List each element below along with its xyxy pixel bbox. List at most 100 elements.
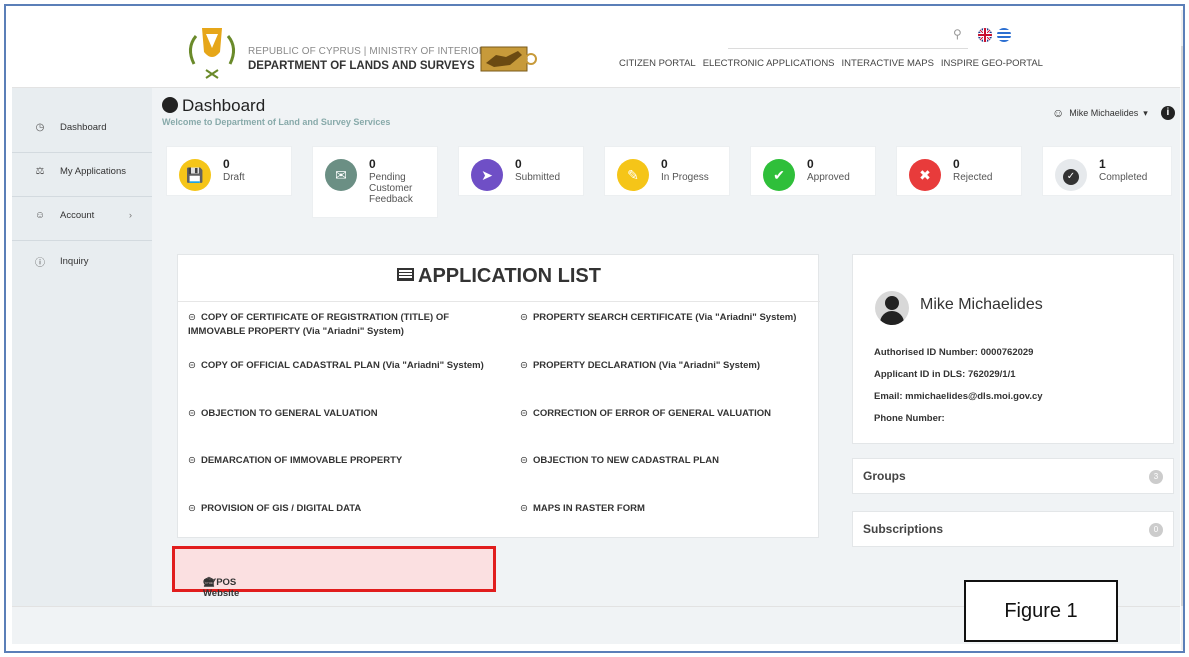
- sidebar-item-label: My Applications: [60, 165, 127, 177]
- save-icon: 💾: [179, 159, 211, 191]
- user-icon: ☺: [34, 209, 46, 221]
- app-copy-cadastral-plan[interactable]: ⊝ COPY OF OFFICIAL CADASTRAL PLAN (Via "A…: [188, 359, 488, 373]
- app-copy-certificate-registration[interactable]: ⊝ COPY OF CERTIFICATE OF REGISTRATION (TI…: [188, 311, 488, 339]
- circle-bullet-icon: ⊝: [188, 408, 196, 419]
- page-subtitle: Welcome to Department of Land and Survey…: [162, 117, 391, 127]
- sidebar-item-label: Dashboard: [60, 121, 107, 133]
- user-menu[interactable]: ☺ Mike Michaelides ▾ i: [1052, 106, 1175, 120]
- circle-bullet-icon: ⊝: [520, 408, 528, 419]
- app-property-search-certificate[interactable]: ⊝ PROPERTY SEARCH CERTIFICATE (Via "Ariad…: [520, 311, 820, 325]
- stat-draft[interactable]: 💾 0 Draft: [166, 146, 292, 196]
- user-menu-name: Mike Michaelides: [1069, 108, 1139, 118]
- chat-icon: ✉: [325, 159, 357, 191]
- app-objection-general-valuation[interactable]: ⊝ OBJECTION TO GENERAL VALUATION: [188, 407, 488, 421]
- greece-flag-icon[interactable]: [997, 28, 1011, 42]
- caret-down-icon: ▾: [1143, 107, 1148, 118]
- nav-electronic-applications[interactable]: ELECTRONIC APPLICATIONS: [703, 58, 835, 69]
- stat-approved[interactable]: ✔ 0 Approved: [750, 146, 876, 196]
- figure-caption: Figure 1: [1004, 600, 1078, 622]
- groups-title: Groups: [863, 469, 906, 483]
- stat-in-progress[interactable]: ✎ 0 In Progess: [604, 146, 730, 196]
- sidebar-item-my-applications[interactable]: ⚖ My Applications: [12, 150, 152, 192]
- stat-count: 0: [223, 157, 230, 171]
- circle-bullet-icon: ⊝: [188, 455, 196, 466]
- screenshot-frame: REPUBLIC OF CYPRUS | MINISTRY OF INTERIO…: [4, 4, 1185, 653]
- circle-bullet-icon: ⊝: [520, 312, 528, 323]
- clock-icon: ◷: [35, 121, 45, 133]
- email: Email: mmichaelides@dls.moi.gov.cy: [874, 391, 1043, 402]
- sidebar-item-label: Inquiry: [60, 255, 89, 267]
- sidebar-item-dashboard[interactable]: ◷ Dashboard: [12, 106, 152, 148]
- sidebar-item-label: Account: [60, 209, 95, 221]
- stat-label: Draft: [223, 172, 245, 183]
- groups-badge: 3: [1149, 470, 1163, 484]
- app-maps-raster-form[interactable]: ⊝ MAPS IN RASTER FORM: [520, 502, 820, 516]
- user-profile-panel: Mike Michaelides Authorised ID Number: 0…: [852, 254, 1174, 444]
- site-header: REPUBLIC OF CYPRUS | MINISTRY OF INTERIO…: [12, 10, 1180, 88]
- figure-caption-box: Figure 1: [964, 580, 1118, 642]
- stat-label: Approved: [807, 172, 850, 183]
- stat-count: 0: [661, 157, 668, 171]
- stat-count: 0: [369, 157, 376, 171]
- stat-label: Pending Customer Feedback: [369, 172, 413, 205]
- app-provision-gis-data[interactable]: ⊝ PROVISION OF GIS / DIGITAL DATA: [188, 502, 488, 516]
- edit-icon: ✎: [617, 159, 649, 191]
- stat-label: Submitted: [515, 172, 561, 183]
- send-icon: ➤: [471, 159, 503, 191]
- circle-bullet-icon: ⊝: [520, 360, 528, 371]
- dashboard-icon: [162, 97, 178, 113]
- nav-inspire-geo-portal[interactable]: INSPIRE GEO-PORTAL: [941, 58, 1043, 69]
- app-correction-error-valuation[interactable]: ⊝ CORRECTION OF ERROR OF GENERAL VALUATIO…: [520, 407, 820, 421]
- app-property-declaration[interactable]: ⊝ PROPERTY DECLARATION (Via "Ariadni" Sys…: [520, 359, 820, 373]
- question-icon: ⓘ: [35, 257, 45, 269]
- page-title: Dashboard: [162, 96, 265, 116]
- groups-panel[interactable]: Groups 3: [852, 458, 1174, 494]
- stat-count: 1: [1099, 157, 1106, 171]
- stat-completed[interactable]: ✓ 1 Completed: [1042, 146, 1172, 196]
- ministry-name: REPUBLIC OF CYPRUS | MINISTRY OF INTERIO…: [248, 46, 487, 57]
- subscriptions-badge: 0: [1149, 523, 1163, 537]
- cyprus-map-stamp-icon: [480, 46, 537, 72]
- thumbs-up-icon: ✔: [763, 159, 795, 191]
- authorised-id: Authorised ID Number: 0000762029: [874, 347, 1034, 358]
- subscriptions-title: Subscriptions: [863, 522, 944, 536]
- circle-bullet-icon: ⊝: [188, 312, 196, 323]
- check-icon: ✓: [1055, 159, 1087, 191]
- sidebar: ◷ Dashboard ⚖ My Applications ☺ Account …: [12, 88, 152, 606]
- application-list-panel: APPLICATION LIST ⊝ COPY OF CERTIFICATE OF…: [177, 254, 820, 538]
- stat-count: 0: [807, 157, 814, 171]
- cypos-website-link[interactable]: 🏛 CYPOS Website: [172, 546, 496, 599]
- nav-interactive-maps[interactable]: INTERACTIVE MAPS: [842, 58, 934, 69]
- stat-count: 0: [515, 157, 522, 171]
- user-icon: ☺: [1052, 106, 1065, 120]
- stat-label: In Progess: [661, 172, 709, 183]
- stat-submitted[interactable]: ➤ 0 Submitted: [458, 146, 584, 196]
- cyprus-emblem-icon[interactable]: [184, 18, 240, 82]
- nav-citizen-portal[interactable]: CITIZEN PORTAL: [619, 58, 696, 69]
- stat-count: 0: [953, 157, 960, 171]
- circle-bullet-icon: ⊝: [520, 503, 528, 514]
- stat-pending-feedback[interactable]: ✉ 0 Pending Customer Feedback: [312, 146, 438, 218]
- circle-bullet-icon: ⊝: [188, 360, 196, 371]
- subscriptions-panel[interactable]: Subscriptions 0: [852, 511, 1174, 547]
- main-content: Dashboard Welcome to Department of Land …: [152, 88, 1180, 606]
- stat-label: Completed: [1099, 172, 1148, 183]
- app-objection-cadastral-plan[interactable]: ⊝ OBJECTION TO NEW CADASTRAL PLAN: [520, 454, 820, 468]
- sidebar-item-inquiry[interactable]: ⓘ Inquiry: [12, 240, 152, 282]
- search-input[interactable]: [728, 48, 968, 49]
- uk-flag-icon[interactable]: [978, 28, 992, 42]
- stat-rejected[interactable]: ✖ 0 Rejected: [896, 146, 1022, 196]
- scrollbar-thumb[interactable]: [1181, 46, 1183, 606]
- circle-bullet-icon: ⊝: [520, 455, 528, 466]
- phone-number: Phone Number:: [874, 413, 945, 424]
- profile-name: Mike Michaelides: [920, 296, 1043, 313]
- sidebar-item-account[interactable]: ☺ Account ›: [12, 194, 152, 236]
- top-navigation: CITIZEN PORTAL ELECTRONIC APPLICATIONS I…: [619, 58, 1043, 69]
- app-demarcation-property[interactable]: ⊝ DEMARCATION OF IMMOVABLE PROPERTY: [188, 454, 488, 468]
- search-icon[interactable]: ⚲: [953, 27, 962, 41]
- chevron-right-icon: ›: [128, 209, 132, 221]
- info-icon[interactable]: i: [1160, 106, 1175, 120]
- applicant-id: Applicant ID in DLS: 762029/1/1: [874, 369, 1016, 380]
- circle-bullet-icon: ⊝: [188, 503, 196, 514]
- stat-label: Rejected: [953, 172, 993, 183]
